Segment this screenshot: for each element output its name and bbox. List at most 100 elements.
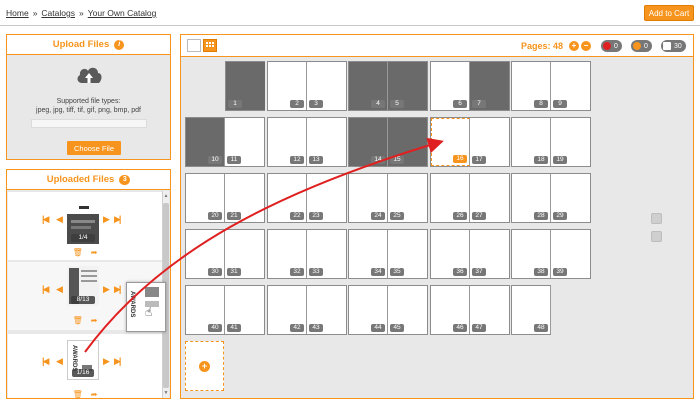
page-spread[interactable]: 67 (430, 61, 510, 111)
page-spread[interactable]: 48 (511, 285, 551, 335)
page-spread[interactable]: 23 (267, 61, 347, 111)
catalog-page[interactable]: 38 (512, 230, 551, 278)
catalog-page[interactable]: 4 (349, 62, 388, 110)
catalog-page[interactable]: 30 (186, 230, 225, 278)
catalog-page[interactable]: 18 (512, 118, 551, 166)
catalog-page[interactable]: 47 (470, 286, 509, 334)
page-spread[interactable]: 42 43 (267, 285, 347, 335)
breadcrumb-home[interactable]: Home (6, 8, 29, 18)
page-spread[interactable]: 22 23 (267, 173, 347, 223)
catalog-page[interactable]: 26 (431, 174, 470, 222)
page-spread[interactable]: 20 21 (185, 173, 265, 223)
catalog-page[interactable]: 1 (226, 62, 265, 110)
add-pages-button[interactable]: + (569, 41, 579, 51)
share-arrow-icon[interactable]: ➦ (91, 248, 98, 257)
page-spread[interactable]: 24 25 (348, 173, 428, 223)
last-page-icon[interactable]: ▶| (114, 214, 122, 225)
catalog-page[interactable]: 42 (268, 286, 307, 334)
catalog-page[interactable]: 21 (225, 174, 264, 222)
catalog-page[interactable]: 19 (551, 118, 590, 166)
catalog-page[interactable]: 11 (225, 118, 264, 166)
breadcrumb-current[interactable]: Your Own Catalog (88, 8, 157, 18)
prev-page-icon[interactable]: ◀ (56, 356, 63, 367)
catalog-page[interactable]: 28 (512, 174, 551, 222)
info-icon[interactable]: i (114, 39, 125, 50)
catalog-page[interactable]: 46 (431, 286, 470, 334)
scroll-up-icon[interactable]: ▲ (163, 193, 169, 199)
add-page-icon[interactable]: + (199, 361, 210, 372)
page-spread[interactable]: 26 27 (430, 173, 510, 223)
catalog-page[interactable]: 17 (470, 118, 509, 166)
catalog-page[interactable]: 45 (388, 286, 427, 334)
remove-pages-button[interactable]: − (581, 41, 591, 51)
page-tool-icon[interactable] (651, 213, 662, 224)
file-path-field[interactable] (31, 119, 147, 128)
catalog-page[interactable]: 6 (431, 62, 470, 110)
trash-icon[interactable]: 🗑 (73, 390, 83, 398)
catalog-page[interactable]: 44 (349, 286, 388, 334)
page-spread[interactable]: 1 (225, 61, 265, 111)
trash-icon[interactable]: 🗑 (73, 248, 83, 257)
add-page-slot[interactable]: + (185, 341, 224, 391)
grid-view-button[interactable] (203, 39, 217, 52)
catalog-page[interactable]: 39 (551, 230, 590, 278)
page-spread[interactable]: 34 35 (348, 229, 428, 279)
catalog-page[interactable]: 27 (470, 174, 509, 222)
prev-page-icon[interactable]: ◀ (56, 214, 63, 225)
catalog-page[interactable]: 37 (470, 230, 509, 278)
catalog-page[interactable]: 29 (551, 174, 590, 222)
page-spread[interactable]: 32 33 (267, 229, 347, 279)
last-page-icon[interactable]: ▶| (114, 356, 122, 367)
first-page-icon[interactable]: |◀ (42, 356, 50, 367)
catalog-page[interactable]: 7 (470, 62, 509, 110)
catalog-page[interactable]: 2 (268, 62, 307, 110)
last-page-icon[interactable]: ▶| (114, 284, 122, 295)
uploaded-file-item[interactable]: |◀ ◀ 1/4 ▶ ▶| 🗑 ➦ (8, 192, 162, 260)
file-thumbnail[interactable]: 8/13 (67, 266, 99, 306)
page-spread[interactable]: 44 45 (348, 285, 428, 335)
next-page-icon[interactable]: ▶ (103, 284, 110, 295)
catalog-page[interactable]: 15 (388, 118, 427, 166)
page-spread[interactable]: 10 11 (185, 117, 265, 167)
add-to-cart-button[interactable]: Add to Cart (644, 5, 694, 21)
first-page-icon[interactable]: |◀ (42, 214, 50, 225)
page-spread[interactable]: 40 41 (185, 285, 265, 335)
trash-tool-icon[interactable] (651, 231, 662, 242)
catalog-page[interactable]: 8 (512, 62, 551, 110)
catalog-page[interactable]: 40 (186, 286, 225, 334)
catalog-page[interactable]: 35 (388, 230, 427, 278)
page-spread[interactable]: 38 39 (511, 229, 591, 279)
catalog-page[interactable]: 24 (349, 174, 388, 222)
catalog-page[interactable]: 32 (268, 230, 307, 278)
catalog-page[interactable]: 13 (307, 118, 346, 166)
share-arrow-icon[interactable]: ➦ (91, 390, 98, 398)
catalog-page[interactable]: 31 (225, 230, 264, 278)
catalog-page[interactable]: 43 (307, 286, 346, 334)
catalog-page[interactable]: 48 (512, 286, 551, 334)
next-page-icon[interactable]: ▶ (103, 214, 110, 225)
catalog-page[interactable]: 22 (268, 174, 307, 222)
catalog-page[interactable]: 9 (551, 62, 590, 110)
catalog-page[interactable]: 34 (349, 230, 388, 278)
file-thumbnail[interactable]: 1/4 (67, 204, 99, 244)
page-spread[interactable]: 36 37 (430, 229, 510, 279)
page-spread[interactable]: 16 17 (430, 117, 510, 167)
single-view-button[interactable] (187, 39, 201, 52)
page-spread[interactable]: 18 19 (511, 117, 591, 167)
catalog-page[interactable]: 10 (186, 118, 225, 166)
catalog-page[interactable]: 36 (431, 230, 470, 278)
catalog-page[interactable]: 16 (431, 118, 470, 166)
choose-file-button[interactable]: Choose File (67, 141, 121, 155)
prev-page-icon[interactable]: ◀ (56, 284, 63, 295)
catalog-page[interactable]: 5 (388, 62, 427, 110)
catalog-page[interactable]: 25 (388, 174, 427, 222)
page-spread[interactable]: 30 31 (185, 229, 265, 279)
catalog-page[interactable]: 12 (268, 118, 307, 166)
breadcrumb-catalogs[interactable]: Catalogs (41, 8, 75, 18)
share-arrow-icon[interactable]: ➦ (91, 316, 98, 325)
page-spread[interactable]: 46 47 (430, 285, 510, 335)
catalog-page[interactable]: 3 (307, 62, 346, 110)
catalog-page[interactable]: 33 (307, 230, 346, 278)
page-spread[interactable]: 12 13 (267, 117, 347, 167)
trash-icon[interactable]: 🗑 (73, 316, 83, 325)
